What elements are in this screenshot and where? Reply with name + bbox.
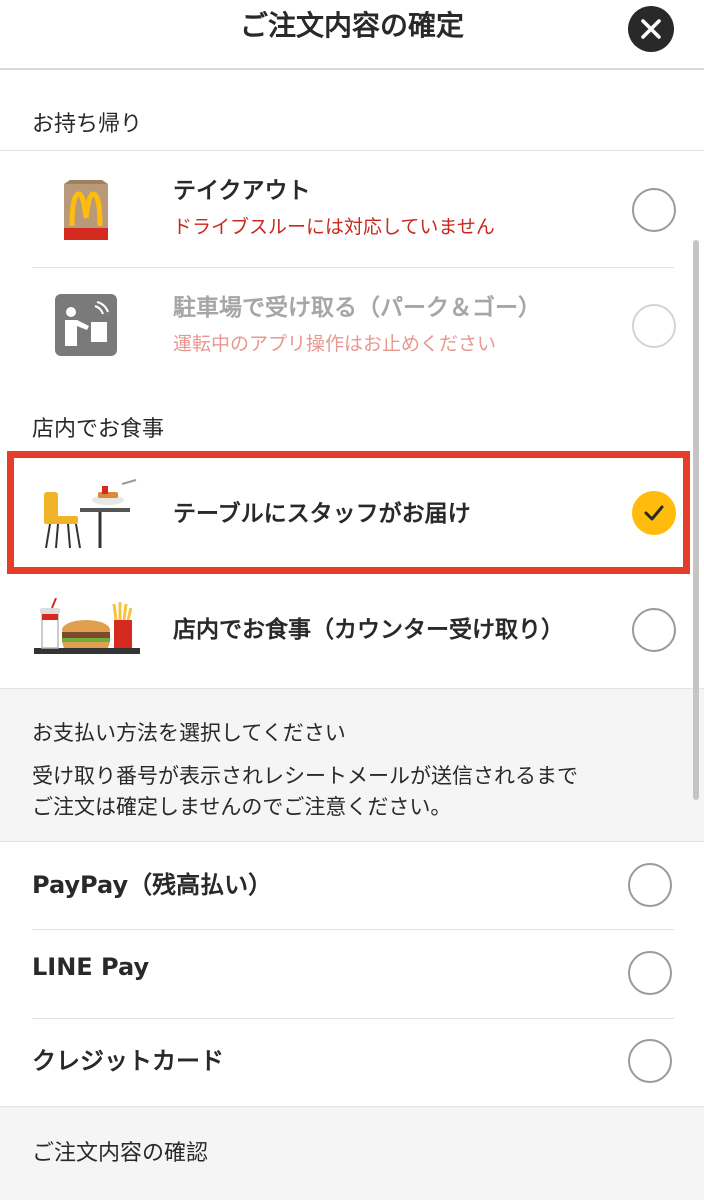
option-subtitle: ドライブスルーには対応していません: [173, 216, 495, 238]
notice-line: 受け取り番号が表示されレシートメールが送信されるまで: [32, 764, 578, 788]
option-title: 駐車場で受け取る（パーク＆ゴー）: [173, 295, 541, 321]
section-heading-takeout: お持ち帰り: [32, 112, 143, 137]
notice-line: お支払い方法を選択してください: [32, 721, 346, 745]
park-and-go-icon: [55, 294, 117, 360]
option-subtitle: 運転中のアプリ操作はお止めください: [173, 333, 497, 355]
payment-label: クレジットカード: [32, 1047, 224, 1075]
option-title: 店内でお食事（カウンター受け取り）: [173, 617, 564, 643]
divider: [32, 267, 674, 268]
radio-table-delivery[interactable]: [632, 491, 676, 535]
payment-notice: お支払い方法を選択してください 受け取り番号が表示されレシートメールが送信される…: [0, 688, 704, 842]
page-title: ご注文内容の確定: [239, 9, 464, 42]
payment-label: PayPay（残高払い）: [32, 871, 273, 899]
table-delivery-icon: [40, 478, 140, 554]
modal-header: ご注文内容の確定: [0, 0, 704, 70]
order-review-label: ご注文内容の確認: [32, 1141, 209, 1166]
radio-line-pay[interactable]: [628, 951, 672, 995]
option-title: テイクアウト: [173, 178, 311, 204]
order-review-section[interactable]: ご注文内容の確認: [0, 1106, 704, 1200]
close-button[interactable]: [628, 6, 674, 52]
radio-counter-pickup[interactable]: [632, 608, 676, 652]
divider: [32, 929, 674, 930]
scrollbar[interactable]: [693, 240, 699, 800]
radio-park-and-go[interactable]: [632, 304, 676, 348]
notice-line: ご注文は確定しませんのでご注意ください。: [32, 795, 452, 819]
radio-credit-card[interactable]: [628, 1039, 672, 1083]
close-icon: [641, 19, 661, 39]
radio-takeout[interactable]: [632, 188, 676, 232]
payment-label: LINE Pay: [32, 953, 150, 981]
check-icon: [644, 505, 664, 521]
divider: [32, 1018, 674, 1019]
radio-paypay[interactable]: [628, 863, 672, 907]
divider: [0, 150, 704, 151]
option-title: テーブルにスタッフがお届け: [173, 501, 471, 527]
takeout-bag-icon: [62, 180, 110, 246]
section-heading-dine-in: 店内でお食事: [32, 417, 165, 442]
counter-pickup-icon: [34, 597, 140, 660]
